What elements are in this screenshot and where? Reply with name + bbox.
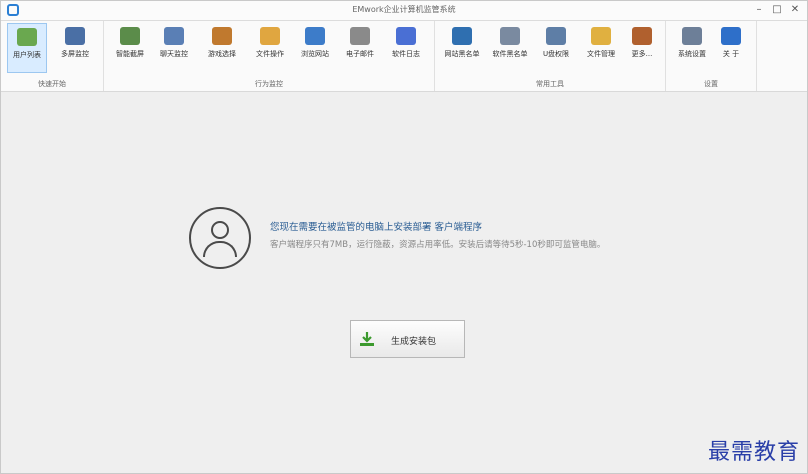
ribbon-tool-label: 电子邮件 [346,50,374,58]
ribbon-tool-button[interactable]: 软件日志 [385,23,427,73]
ribbon-tool-label: 游戏选择 [208,50,236,58]
close-icon[interactable]: ✕ [787,3,803,17]
ribbon-tool-label: 网站黑名单 [444,50,480,58]
install-headline: 您现在需要在被监管的电脑上安装部署 客户端程序 [270,222,483,233]
ribbon-tool-label: 软件黑名单 [492,50,528,58]
chat-icon [164,27,184,45]
folder-icon [260,27,280,45]
infinity-icon [396,27,416,45]
ribbon-tool-label: 系统设置 [678,50,706,58]
ribbon-tool-label: 智能截屏 [116,50,144,58]
ribbon-tool-label: 浏览网站 [301,50,329,58]
main-panel [1,92,807,473]
ribbon-tool-button[interactable]: 智能截屏 [110,23,150,73]
ribbon-group-label: 行为监控 [255,80,283,88]
ribbon-group-label: 快速开始 [38,80,66,88]
maximize-icon[interactable]: □ [769,3,785,17]
file-manager-icon [591,27,611,45]
user-avatar-icon [189,207,251,269]
ribbon-tool-button[interactable]: 用户列表 [7,23,47,73]
ribbon-tool-button[interactable]: 关 于 [714,23,748,73]
app-block-icon [500,27,520,45]
download-icon [360,332,374,346]
ribbon-tool-label: 多屏监控 [61,50,89,58]
ribbon-tool-label: 文件操作 [256,50,284,58]
gear-icon [682,27,702,45]
ribbon-tool-button[interactable]: 电子邮件 [340,23,380,73]
ribbon-tool-button[interactable]: 浏览网站 [295,23,335,73]
ribbon-group-label: 设置 [704,80,718,88]
ribbon-tool-button[interactable]: U盘权限 [535,23,577,73]
compass-icon [305,27,325,45]
ribbon-tool-button[interactable]: 文件管理 [581,23,621,73]
generate-installer-label: 生成安装包 [391,337,437,347]
install-description: 客户端程序只有7MB，运行隐蔽，资源占用率低。安装后请等待5秒-10秒即可监管电… [270,240,606,250]
ribbon-tool-button[interactable]: 多屏监控 [53,23,97,73]
ribbon-tool-button[interactable]: 软件黑名单 [487,23,533,73]
watermark-logo: 最需教育 [707,440,800,465]
ribbon-tool-label: 更多... [631,50,653,58]
ribbon-tool-button[interactable]: 系统设置 [672,23,712,73]
screenshot-icon [120,27,140,45]
ribbon-group-1: 智能截屏 聊天监控 游戏选择 文件操作 浏览网站 电子邮件 软件日志行为监控 [104,21,435,91]
ribbon-tool-button[interactable]: 游戏选择 [200,23,244,73]
ribbon-tool-button[interactable]: 聊天监控 [154,23,194,73]
title-bar: EMwork企业计算机监管系统 – □ ✕ [1,1,807,21]
ribbon-tool-label: 关 于 [722,50,740,58]
ribbon-group-2: 网站黑名单 软件黑名单 U盘权限 文件管理 更多... 常用工具 [435,21,666,91]
ribbon-tool-label: 软件日志 [392,50,420,58]
ribbon-toolbar: 用户列表 多屏监控快速开始 智能截屏 聊天监控 游戏选择 文件操作 浏览网站 电子邮件 软件日志… [1,21,807,92]
ribbon-group-0: 用户列表 多屏监控快速开始 [1,21,104,91]
ribbon-tool-button[interactable]: 更多... [625,23,659,73]
minimize-icon[interactable]: – [751,3,767,17]
ribbon-tool-label: 聊天监控 [160,50,188,58]
ribbon-tool-label: 用户列表 [13,51,41,59]
ribbon-tool-label: U盘权限 [542,50,570,58]
ribbon-tool-label: 文件管理 [587,50,615,58]
mail-icon [350,27,370,45]
ribbon-tool-button[interactable]: 文件操作 [250,23,290,73]
ribbon-group-3: 系统设置 关 于设置 [666,21,757,91]
game-icon [212,27,232,45]
ribbon-tool-button[interactable]: 网站黑名单 [439,23,485,73]
app-window: EMwork企业计算机监管系统 – □ ✕ 用户列表 多屏监控快速开始 智能截屏 聊天… [0,0,808,474]
monitors-icon [65,27,85,45]
generate-installer-button[interactable]: 生成安装包 [350,320,465,358]
toolbox-icon [632,27,652,45]
globe-block-icon [452,27,472,45]
users-icon [17,28,37,46]
ribbon-group-label: 常用工具 [536,80,564,88]
info-icon [721,27,741,45]
window-title: EMwork企业计算机监管系统 [352,5,456,14]
usb-icon [546,27,566,45]
